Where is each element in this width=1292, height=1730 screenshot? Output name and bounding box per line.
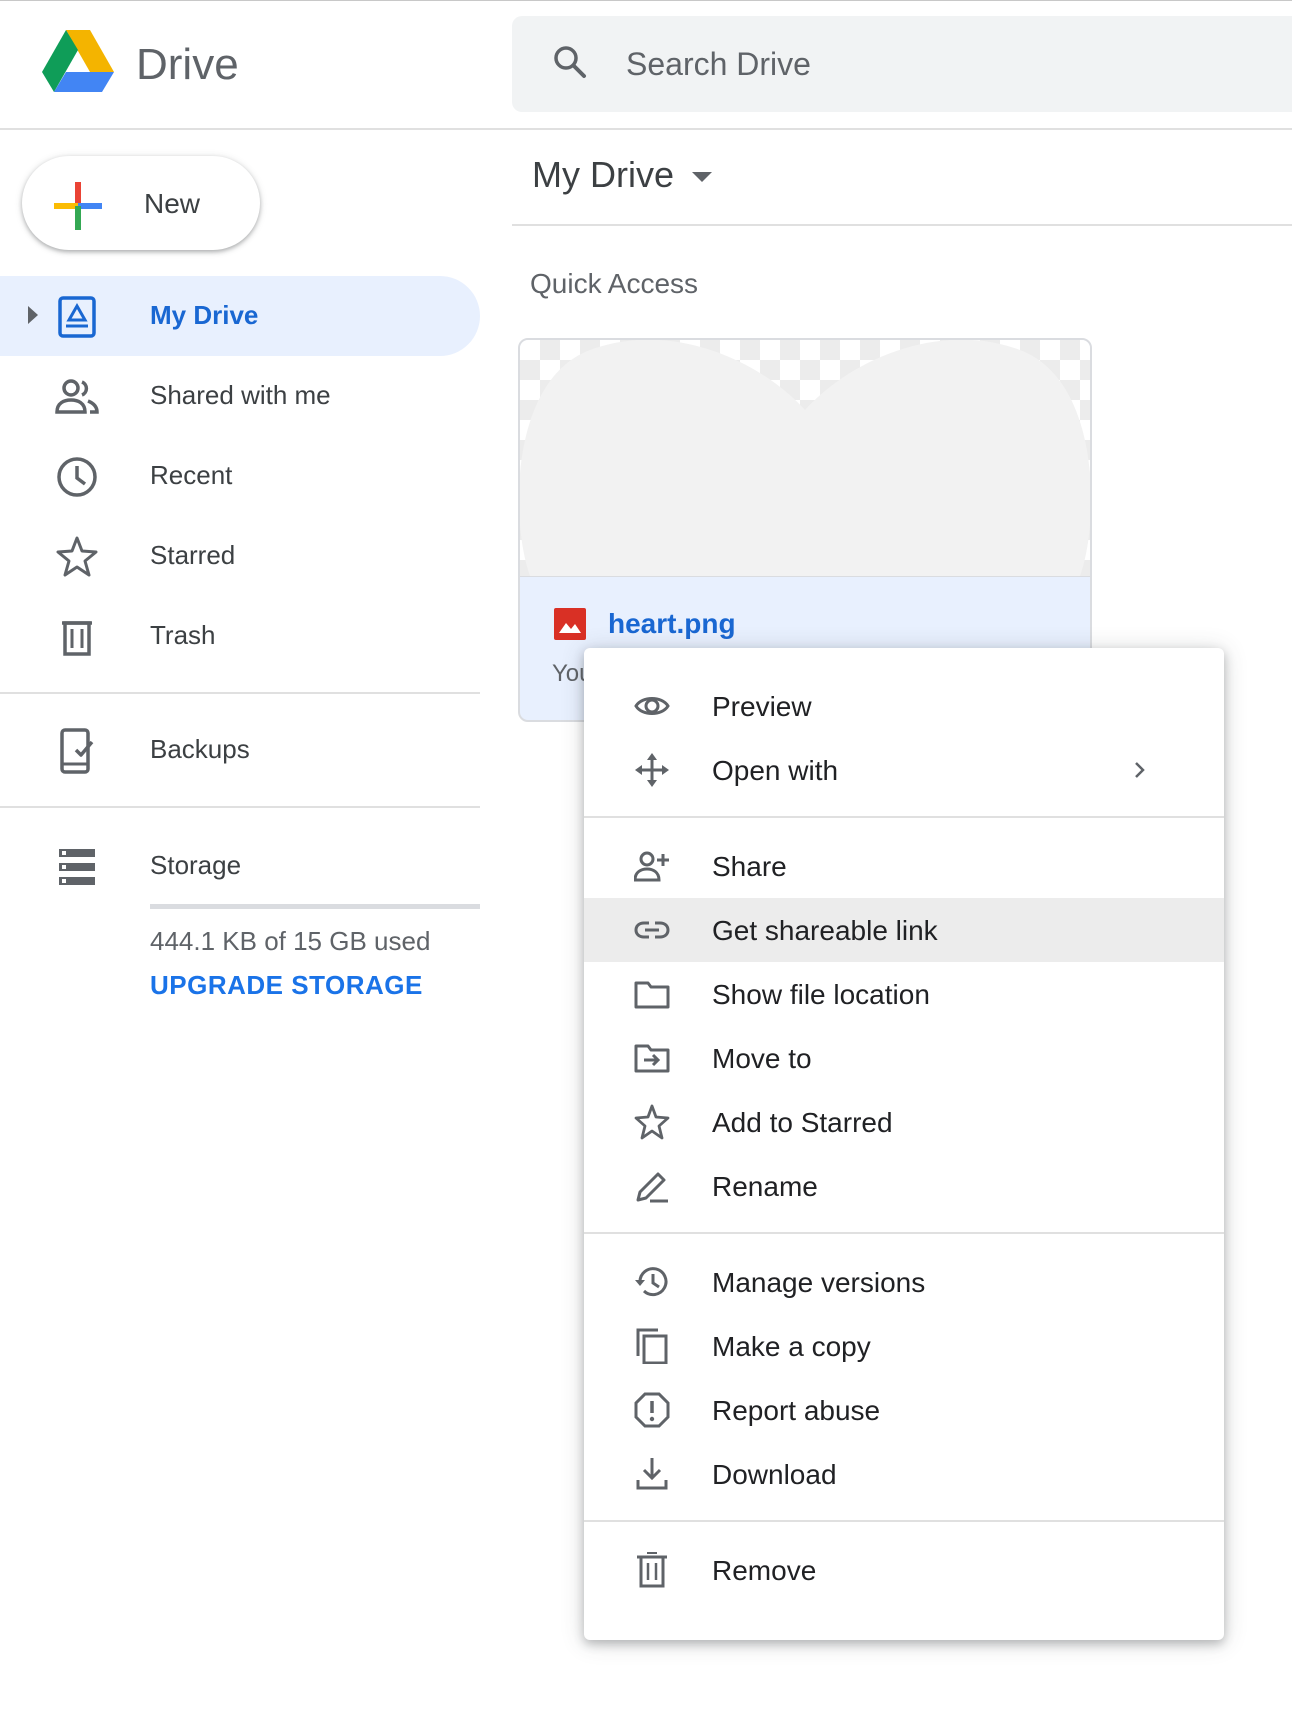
sidebar-item-storage[interactable]: Storage — [0, 826, 480, 906]
menu-item-open-with[interactable]: Open with — [584, 738, 1224, 802]
pencil-icon — [634, 1168, 670, 1204]
sidebar-item-label: Storage — [150, 850, 242, 880]
page-title[interactable]: My Drive — [532, 154, 674, 196]
menu-item-label: Make a copy — [712, 1331, 871, 1362]
menu-item-make-a-copy[interactable]: Make a copy — [584, 1314, 1224, 1378]
sidebar-item-label: Starred — [150, 540, 236, 570]
menu-divider — [584, 816, 1224, 818]
people-icon — [54, 374, 100, 420]
menu-divider — [584, 1520, 1224, 1522]
backup-icon — [54, 728, 100, 774]
menu-item-show-file-location[interactable]: Show file location — [584, 962, 1224, 1026]
upgrade-storage-link[interactable]: UPGRADE STORAGE — [150, 970, 423, 1001]
trash-icon — [634, 1552, 670, 1588]
trash-icon — [54, 614, 100, 660]
search-icon[interactable] — [552, 44, 588, 85]
sidebar-item-label: My Drive — [150, 300, 259, 330]
search-input[interactable]: Search Drive — [626, 46, 811, 83]
menu-item-label: Show file location — [712, 979, 930, 1010]
menu-item-get-shareable-link[interactable]: Get shareable link — [584, 898, 1224, 962]
quick-access-heading: Quick Access — [530, 268, 699, 299]
sidebar-item-starred[interactable]: Starred — [0, 516, 480, 596]
menu-item-rename[interactable]: Rename — [584, 1154, 1224, 1218]
person-add-icon — [633, 848, 670, 884]
main-divider — [512, 224, 1292, 226]
menu-item-label: Get shareable link — [712, 915, 938, 946]
plus-icon — [54, 182, 102, 235]
download-icon — [634, 1456, 670, 1492]
storage-icon — [54, 844, 100, 890]
file-thumbnail[interactable] — [520, 340, 1090, 577]
sidebar-item-label: Backups — [150, 734, 250, 764]
folder-icon — [634, 976, 670, 1012]
menu-item-label: Move to — [712, 1043, 812, 1074]
new-button-label: New — [144, 188, 201, 219]
sidebar-divider — [0, 692, 480, 694]
menu-item-label: Rename — [712, 1171, 818, 1202]
header-divider — [0, 128, 1292, 130]
search-bar[interactable]: Search Drive — [512, 16, 1292, 112]
sidebar-item-backups[interactable]: Backups — [0, 710, 480, 790]
sidebar-item-my-drive[interactable]: My Drive — [0, 276, 480, 356]
star-icon — [634, 1104, 670, 1140]
menu-item-manage-versions[interactable]: Manage versions — [584, 1250, 1224, 1314]
menu-item-label: Open with — [712, 755, 839, 786]
expand-arrow-icon[interactable] — [28, 306, 38, 324]
menu-item-report-abuse[interactable]: Report abuse — [584, 1378, 1224, 1442]
menu-item-preview[interactable]: Preview — [584, 674, 1224, 738]
sidebar-item-label: Recent — [150, 460, 233, 490]
menu-item-label: Manage versions — [712, 1267, 926, 1298]
chevron-right-icon — [1130, 756, 1150, 789]
eye-icon — [634, 688, 670, 724]
sidebar-divider — [0, 806, 480, 808]
chevron-down-icon[interactable] — [692, 172, 712, 182]
menu-item-add-to-starred[interactable]: Add to Starred — [584, 1090, 1224, 1154]
history-icon — [634, 1264, 670, 1300]
folder-move-icon — [634, 1040, 670, 1076]
move-arrows-icon — [634, 752, 670, 788]
menu-item-label: Share — [712, 851, 787, 882]
menu-item-label: Preview — [712, 691, 812, 722]
file-name[interactable]: heart.png — [608, 608, 736, 640]
context-menu[interactable]: Preview Open with Share Get shareable li… — [584, 648, 1224, 1640]
sidebar-item-recent[interactable]: Recent — [0, 436, 480, 516]
menu-item-label: Add to Starred — [712, 1107, 893, 1138]
sidebar-item-shared-with-me[interactable]: Shared with me — [0, 356, 480, 436]
menu-item-move-to[interactable]: Move to — [584, 1026, 1224, 1090]
image-file-icon — [554, 608, 586, 645]
new-button[interactable]: New — [22, 156, 260, 250]
menu-item-download[interactable]: Download — [584, 1442, 1224, 1506]
clock-icon — [54, 454, 100, 500]
storage-progress-bar — [150, 904, 480, 909]
star-icon — [54, 534, 100, 580]
link-icon — [634, 912, 670, 948]
report-icon — [634, 1392, 670, 1428]
storage-used-text: 444.1 KB of 15 GB used — [150, 926, 431, 956]
menu-item-remove[interactable]: Remove — [584, 1538, 1224, 1602]
menu-item-label: Remove — [712, 1555, 817, 1586]
sidebar-item-trash[interactable]: Trash — [0, 596, 480, 676]
my-drive-icon — [54, 294, 100, 340]
menu-item-label: Report abuse — [712, 1395, 881, 1426]
top-border — [0, 0, 1292, 1]
app-name[interactable]: Drive — [136, 40, 239, 90]
sidebar-item-label: Trash — [150, 620, 216, 650]
copy-icon — [634, 1328, 670, 1365]
menu-divider — [584, 1232, 1224, 1234]
menu-item-share[interactable]: Share — [584, 834, 1224, 898]
menu-item-label: Download — [712, 1459, 837, 1490]
sidebar-item-label: Shared with me — [150, 380, 331, 410]
drive-logo-icon[interactable] — [42, 30, 114, 97]
